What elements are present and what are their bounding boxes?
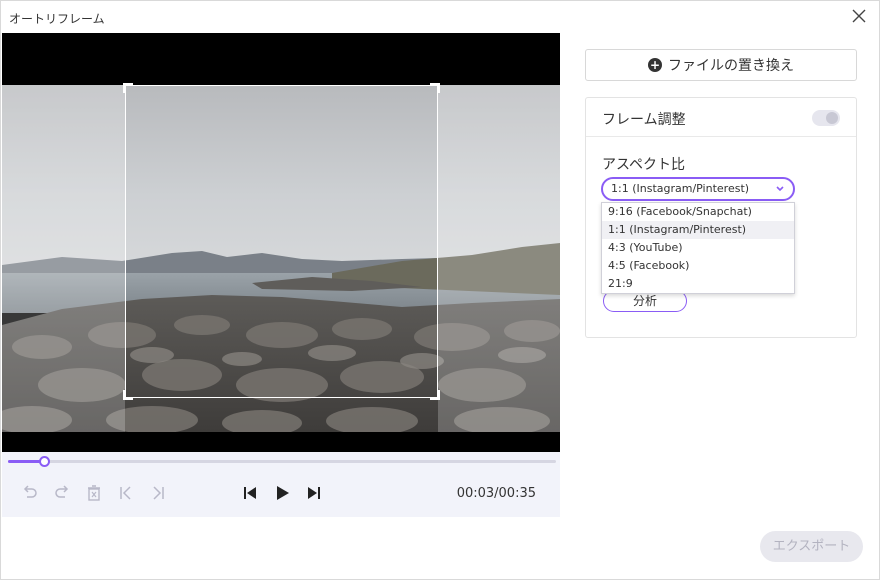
title-bar: オートリフレーム <box>1 1 879 33</box>
replace-file-label: ファイルの置き換え <box>668 58 794 74</box>
progress-bar[interactable] <box>8 456 556 467</box>
skip-back-icon[interactable] <box>241 484 259 502</box>
crop-outside-right <box>438 85 560 432</box>
crop-outside-left <box>2 85 125 432</box>
previous-keyframe-icon[interactable] <box>117 484 135 502</box>
play-icon[interactable] <box>273 484 291 502</box>
crop-frame[interactable] <box>123 83 440 400</box>
aspect-option[interactable]: 9:16 (Facebook/Snapchat) <box>602 203 794 221</box>
aspect-ratio-dropdown: 9:16 (Facebook/Snapchat) 1:1 (Instagram/… <box>601 202 795 294</box>
aspect-option[interactable]: 21:9 <box>602 275 794 293</box>
aspect-option[interactable]: 4:3 (YouTube) <box>602 239 794 257</box>
crop-handle-bottom-left[interactable] <box>123 390 133 400</box>
undo-icon[interactable] <box>21 484 39 502</box>
chevron-down-icon <box>776 186 784 192</box>
plus-circle-icon: + <box>648 58 662 72</box>
frame-adjust-toggle[interactable] <box>812 110 840 126</box>
frame-adjust-title: フレーム調整 <box>602 112 686 128</box>
auto-reframe-window: オートリフレーム 00:03/00:35 + ファイルの置き換え フレーム調整 … <box>0 0 880 580</box>
export-button[interactable]: エクスポート <box>760 531 863 562</box>
video-preview[interactable] <box>2 33 560 452</box>
crop-handle-bottom-right[interactable] <box>430 390 440 400</box>
toggle-knob <box>826 112 838 124</box>
playback-controls: 00:03/00:35 <box>2 452 560 517</box>
delete-icon[interactable] <box>85 484 103 502</box>
progress-knob[interactable] <box>38 456 50 467</box>
aspect-ratio-selected: 1:1 (Instagram/Pinterest) <box>611 182 750 195</box>
skip-forward-icon[interactable] <box>305 484 323 502</box>
aspect-option[interactable]: 4:5 (Facebook) <box>602 257 794 275</box>
crop-handle-top-left[interactable] <box>123 83 133 93</box>
next-keyframe-icon[interactable] <box>149 484 167 502</box>
aspect-ratio-select[interactable]: 1:1 (Instagram/Pinterest) <box>601 177 795 201</box>
redo-icon[interactable] <box>53 484 71 502</box>
crop-handle-top-right[interactable] <box>430 83 440 93</box>
replace-file-button[interactable]: + ファイルの置き換え <box>585 49 857 81</box>
time-display: 00:03/00:35 <box>456 486 536 501</box>
aspect-option[interactable]: 1:1 (Instagram/Pinterest) <box>602 221 794 239</box>
aspect-ratio-label: アスペクト比 <box>602 157 686 173</box>
window-title: オートリフレーム <box>9 12 105 26</box>
frame-adjust-header: フレーム調整 <box>586 98 856 137</box>
close-icon[interactable] <box>851 8 867 24</box>
